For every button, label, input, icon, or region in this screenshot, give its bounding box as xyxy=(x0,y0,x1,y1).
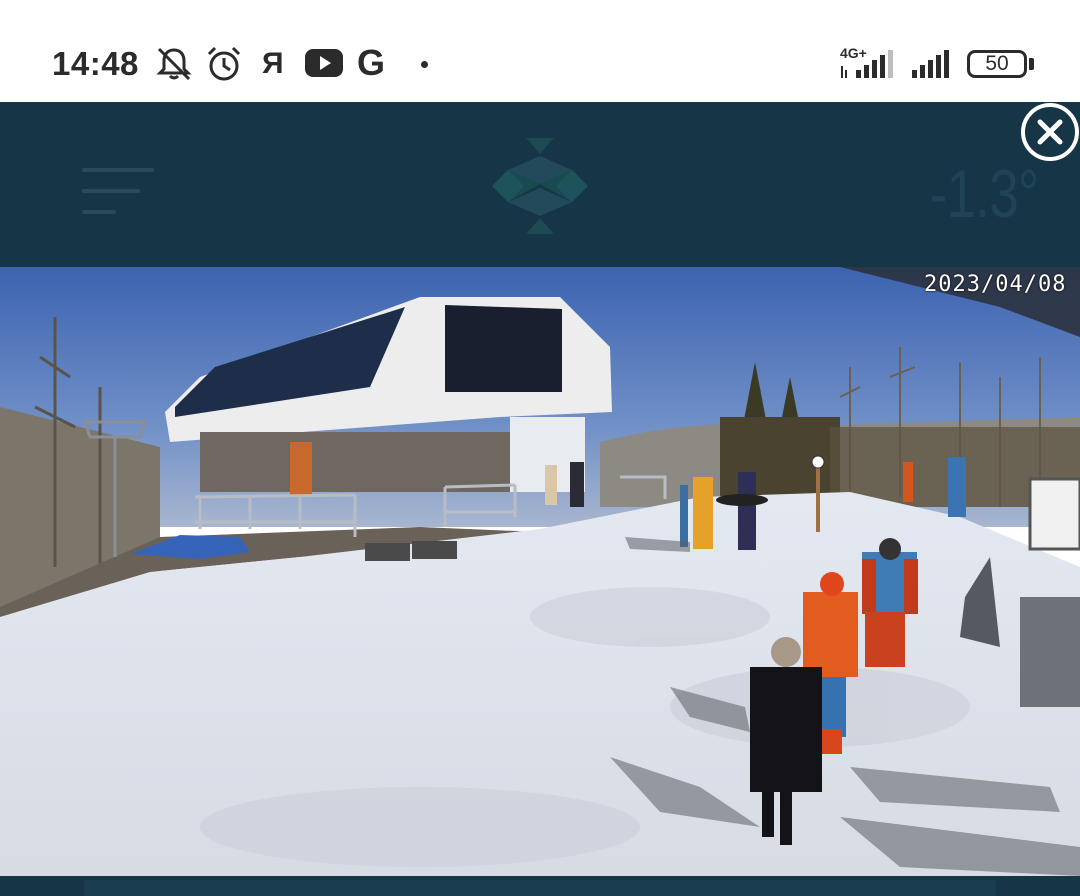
webcam-timestamp: 2023/04/08 xyxy=(924,272,1067,297)
more-notifications-dot-icon xyxy=(421,61,428,68)
notifications-off-icon xyxy=(154,44,194,84)
bottom-bar xyxy=(0,876,1080,896)
status-clock: 14:48 xyxy=(52,45,139,82)
hamburger-menu-icon[interactable] xyxy=(82,168,156,218)
battery-nub xyxy=(1029,58,1034,70)
webcam-image[interactable]: 2023/04/08 xyxy=(0,267,1080,876)
alarm-icon xyxy=(204,44,244,84)
resort-snowflake-logo-icon[interactable] xyxy=(486,134,594,238)
battery-indicator: 50 xyxy=(967,50,1027,78)
signal-sim2-icon xyxy=(910,48,954,80)
google-icon: G xyxy=(357,42,386,83)
youtube-icon xyxy=(304,48,344,78)
close-icon[interactable] xyxy=(1020,102,1080,162)
yandex-icon: Я xyxy=(262,47,284,80)
status-bar: 14:48 Я G 4G+ 50 xyxy=(0,0,1080,102)
temperature-readout: -1.3° xyxy=(929,156,1038,232)
app-header: -1.3° xyxy=(0,102,1080,267)
bottom-bar-panel xyxy=(84,880,996,896)
signal-sim1-icon xyxy=(840,48,900,80)
